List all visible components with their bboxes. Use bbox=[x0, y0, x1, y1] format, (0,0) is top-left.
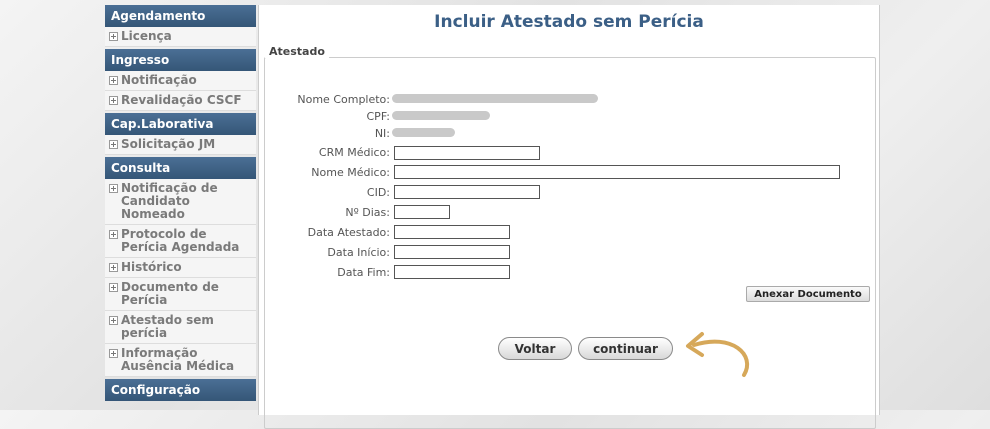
expand-plus-icon bbox=[109, 184, 118, 193]
menu-header-configuracao: Configuração bbox=[105, 379, 256, 401]
menu-item-protocolo-pericia[interactable]: Protocolo de Perícia Agendada bbox=[105, 225, 256, 258]
continue-button[interactable]: continuar bbox=[578, 337, 673, 360]
expand-plus-icon bbox=[109, 263, 118, 272]
menu-item-label: Notificação de Candidato Nomeado bbox=[121, 181, 218, 221]
data-atestado-input[interactable] bbox=[394, 225, 510, 239]
expand-plus-icon bbox=[109, 140, 118, 149]
expand-plus-icon bbox=[109, 76, 118, 85]
menu-item-label: Licença bbox=[121, 29, 172, 43]
fieldset-legend: Atestado bbox=[265, 45, 329, 58]
cid-input[interactable] bbox=[394, 185, 540, 199]
back-button[interactable]: Voltar bbox=[498, 337, 572, 360]
menu-item-label: Notificação bbox=[121, 73, 197, 87]
menu-header-agendamento: Agendamento bbox=[105, 5, 256, 27]
menu-item-label: Revalidação CSCF bbox=[121, 93, 242, 107]
label-cpf: CPF: bbox=[366, 110, 391, 123]
ni-value-masked bbox=[392, 128, 455, 137]
sidebar-menu: Agendamento Licença Ingresso Notificação… bbox=[105, 5, 256, 401]
expand-plus-icon bbox=[109, 96, 118, 105]
label-data-fim: Data Fim: bbox=[337, 266, 390, 279]
data-fim-input[interactable] bbox=[394, 265, 510, 279]
label-nome-completo: Nome Completo: bbox=[297, 93, 390, 106]
expand-plus-icon bbox=[109, 349, 118, 358]
data-inicio-input[interactable] bbox=[394, 245, 510, 259]
menu-item-label: Atestado sem perícia bbox=[121, 313, 214, 340]
menu-item-label: Histórico bbox=[121, 260, 182, 274]
expand-plus-icon bbox=[109, 316, 118, 325]
menu-item-label: Documento de Perícia bbox=[121, 280, 219, 307]
page-title: Incluir Atestado sem Perícia bbox=[434, 12, 704, 32]
menu-header-consulta: Consulta bbox=[105, 157, 256, 179]
crm-medico-input[interactable] bbox=[394, 146, 540, 160]
menu-item-ausencia-medica[interactable]: Informação Ausência Médica bbox=[105, 344, 256, 377]
label-data-atestado: Data Atestado: bbox=[307, 226, 390, 239]
label-crm: CRM Médico: bbox=[318, 146, 390, 159]
menu-item-atestado-sem-pericia[interactable]: Atestado sem perícia bbox=[105, 311, 256, 344]
menu-item-revalidacao-cscf[interactable]: Revalidação CSCF bbox=[105, 91, 256, 111]
menu-item-documento-pericia[interactable]: Documento de Perícia bbox=[105, 278, 256, 311]
menu-item-solicitacao-jm[interactable]: Solicitação JM bbox=[105, 135, 256, 155]
label-data-inicio: Data Início: bbox=[327, 246, 390, 259]
nome-medico-input[interactable] bbox=[394, 165, 840, 179]
menu-header-ingresso: Ingresso bbox=[105, 49, 256, 71]
label-dias: Nº Dias: bbox=[345, 206, 390, 219]
menu-item-label: Protocolo de Perícia Agendada bbox=[121, 227, 240, 254]
menu-item-label: Solicitação JM bbox=[121, 137, 216, 151]
menu-item-licenca[interactable]: Licença bbox=[105, 27, 256, 47]
label-cid: CID: bbox=[366, 186, 390, 199]
label-nome-medico: Nome Médico: bbox=[311, 166, 390, 179]
menu-item-notificacao-candidato[interactable]: Notificação de Candidato Nomeado bbox=[105, 179, 256, 225]
menu-header-cap-laborativa: Cap.Laborativa bbox=[105, 113, 256, 135]
expand-plus-icon bbox=[109, 283, 118, 292]
menu-item-label: Informação Ausência Médica bbox=[121, 346, 235, 373]
numero-dias-input[interactable] bbox=[394, 205, 450, 219]
expand-plus-icon bbox=[109, 32, 118, 41]
menu-item-historico[interactable]: Histórico bbox=[105, 258, 256, 278]
nome-completo-value-masked bbox=[392, 94, 598, 103]
curved-arrow-icon bbox=[686, 332, 750, 377]
attach-document-button[interactable]: Anexar Documento bbox=[746, 286, 870, 302]
menu-item-notificacao[interactable]: Notificação bbox=[105, 71, 256, 91]
cpf-value-masked bbox=[392, 111, 490, 120]
label-ni: NI: bbox=[374, 127, 390, 140]
expand-plus-icon bbox=[109, 230, 118, 239]
